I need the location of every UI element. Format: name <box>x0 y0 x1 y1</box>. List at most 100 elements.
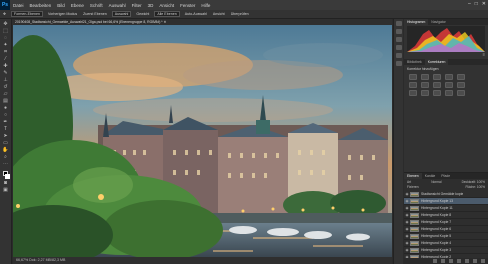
path-select-icon[interactable]: ➤ <box>2 133 10 139</box>
type-icon[interactable]: T <box>2 126 10 132</box>
photo-filter-icon[interactable] <box>445 82 453 88</box>
close-icon[interactable]: ✕ <box>482 1 486 7</box>
brush-icon[interactable]: ✎ <box>2 70 10 76</box>
healing-brush-icon[interactable]: ✚ <box>2 63 10 69</box>
move-tool-icon[interactable]: ✥ <box>0 12 9 16</box>
option-formen-ebenen[interactable]: Formen-Ebenen <box>11 11 43 17</box>
pen-icon[interactable]: ✒ <box>2 119 10 125</box>
menu-item-datei[interactable]: Datei <box>10 3 27 8</box>
histogram-menu-icon[interactable]: ≡ <box>404 52 488 57</box>
more-tools-icon[interactable]: ⋯ <box>2 161 10 167</box>
lasso-icon[interactable]: ◌ <box>2 35 10 41</box>
curves-icon[interactable] <box>433 74 441 80</box>
layer-footer <box>404 258 488 264</box>
tab-kanaele[interactable]: Kanäle <box>422 173 439 179</box>
menu-item-schrift[interactable]: Schrift <box>87 3 106 8</box>
move-icon[interactable]: ✥ <box>2 21 10 27</box>
menu-item-3d[interactable]: 3D <box>145 3 157 8</box>
black-white-icon[interactable] <box>433 82 441 88</box>
menu-item-bild[interactable]: Bild <box>54 3 68 8</box>
tab-navigator[interactable]: Navigator <box>428 19 449 25</box>
layer-row[interactable]: ◉ Hintergrund Kopie 4 <box>404 240 488 247</box>
maximize-icon[interactable]: □ <box>475 1 478 7</box>
tab-pfade[interactable]: Pfade <box>438 173 453 179</box>
gradient-map-icon[interactable] <box>445 90 453 96</box>
fill-field[interactable]: Fläche: 100% <box>466 185 486 190</box>
option-zuerst-ebenen[interactable]: Zuerst Ebenen <box>80 12 110 16</box>
actions-panel-icon[interactable] <box>395 29 402 34</box>
option-ueberpruefen[interactable]: Überprüfen <box>228 12 252 16</box>
layer-name: Hintergrund Kopie 3 <box>421 248 452 252</box>
menu-item-ansicht[interactable]: Ansicht <box>156 3 177 8</box>
layer-row[interactable]: ◉ Hintergrund Kopie 6 <box>404 226 488 233</box>
option-auswahl[interactable]: Auswahl <box>111 11 132 17</box>
option-auto-auswahl[interactable]: Auto-Auswahl <box>182 12 210 16</box>
stamp-icon[interactable]: ⊥ <box>2 77 10 83</box>
dodge-icon[interactable]: ○ <box>2 112 10 118</box>
magic-wand-icon[interactable]: ✦ <box>2 42 10 48</box>
minimize-icon[interactable]: – <box>468 1 471 7</box>
quick-mask-icon[interactable]: ◙ <box>2 180 10 186</box>
layer-style-icon[interactable] <box>441 259 445 263</box>
new-group-icon[interactable] <box>465 259 469 263</box>
background-color-swatch[interactable] <box>5 174 10 179</box>
eraser-icon[interactable]: ▱ <box>2 91 10 97</box>
layer-thumbnail <box>410 247 419 253</box>
layer-row[interactable]: ◉ Hintergrund Kopie 5 <box>404 233 488 240</box>
option-ansicht[interactable]: Ansicht <box>210 12 228 16</box>
swatches-panel-icon[interactable] <box>395 61 402 66</box>
menu-item-auswahl[interactable]: Auswahl <box>106 3 129 8</box>
option-vorherigen-modus[interactable]: Vorherigen Modus <box>45 12 80 16</box>
menu-item-ebene[interactable]: Ebene <box>68 3 87 8</box>
new-layer-icon[interactable] <box>473 259 477 263</box>
delete-layer-icon[interactable] <box>481 259 485 263</box>
blend-mode-select[interactable]: Normal <box>431 180 441 185</box>
link-layers-icon[interactable] <box>433 259 437 263</box>
menu-item-filter[interactable]: Filter <box>129 3 145 8</box>
hand-icon[interactable]: ✋ <box>2 147 10 153</box>
brightness-contrast-icon[interactable] <box>409 74 417 80</box>
menu-item-bearbeiten[interactable]: Bearbeiten <box>27 3 55 8</box>
shape-icon[interactable]: ▭ <box>2 140 10 146</box>
brush-settings-icon[interactable] <box>395 53 402 58</box>
tab-histogramm[interactable]: Histogramm <box>404 19 429 25</box>
threshold-icon[interactable] <box>433 90 441 96</box>
new-adjustment-icon[interactable] <box>457 259 461 263</box>
posterize-icon[interactable] <box>421 90 429 96</box>
option-alle-ebenen[interactable]: Alle Ebenen <box>154 11 180 17</box>
levels-icon[interactable] <box>421 74 429 80</box>
tab-ebenen[interactable]: Ebenen <box>404 173 422 179</box>
zoom-icon[interactable]: ⌕ <box>2 154 10 160</box>
layer-row[interactable]: ◉ Hintergrund Kopie 7 <box>404 219 488 226</box>
layer-row[interactable]: ◉ Hintergrund Kopie 3 <box>404 247 488 254</box>
tab-korrekturen[interactable]: Korrekturen <box>424 59 449 65</box>
info-panel-icon[interactable] <box>395 45 402 50</box>
selective-color-icon[interactable] <box>457 90 465 96</box>
tab-bibliothek[interactable]: Bibliothek <box>404 59 425 65</box>
document-canvas[interactable] <box>13 25 392 257</box>
layer-row[interactable]: ◉ Hintergrund Kopie 8 <box>404 212 488 219</box>
menu-item-fenster[interactable]: Fenster <box>177 3 198 8</box>
eyedropper-icon[interactable]: ⁄ <box>2 56 10 62</box>
gradient-icon[interactable]: ▤ <box>2 98 10 104</box>
crop-icon[interactable]: ⌗ <box>2 49 10 55</box>
right-panels: Histogramm Navigator ≡ Bibliothek Korrek… <box>404 19 488 264</box>
menu-item-hilfe[interactable]: Hilfe <box>198 3 213 8</box>
option-gewicht[interactable]: Gewicht <box>133 12 152 16</box>
exposure-icon[interactable] <box>445 74 453 80</box>
vibrance-icon[interactable] <box>457 74 465 80</box>
properties-panel-icon[interactable] <box>395 37 402 42</box>
screen-mode-icon[interactable]: ▣ <box>2 187 10 193</box>
marquee-icon[interactable]: ⬚ <box>2 28 10 34</box>
layer-row[interactable]: ◉ Hintergrund Kopie 13 <box>404 198 488 205</box>
hue-saturation-icon[interactable] <box>409 82 417 88</box>
layer-row[interactable]: ◉ Stadtansicht Gemälde kopie <box>404 191 488 198</box>
invert-icon[interactable] <box>409 90 417 96</box>
blur-icon[interactable]: ● <box>2 105 10 111</box>
color-balance-icon[interactable] <box>421 82 429 88</box>
layer-row[interactable]: ◉ Hintergrund Kopie 11 <box>404 205 488 212</box>
add-mask-icon[interactable] <box>449 259 453 263</box>
history-brush-icon[interactable]: ↺ <box>2 84 10 90</box>
history-panel-icon[interactable] <box>395 21 402 26</box>
channel-mixer-icon[interactable] <box>457 82 465 88</box>
